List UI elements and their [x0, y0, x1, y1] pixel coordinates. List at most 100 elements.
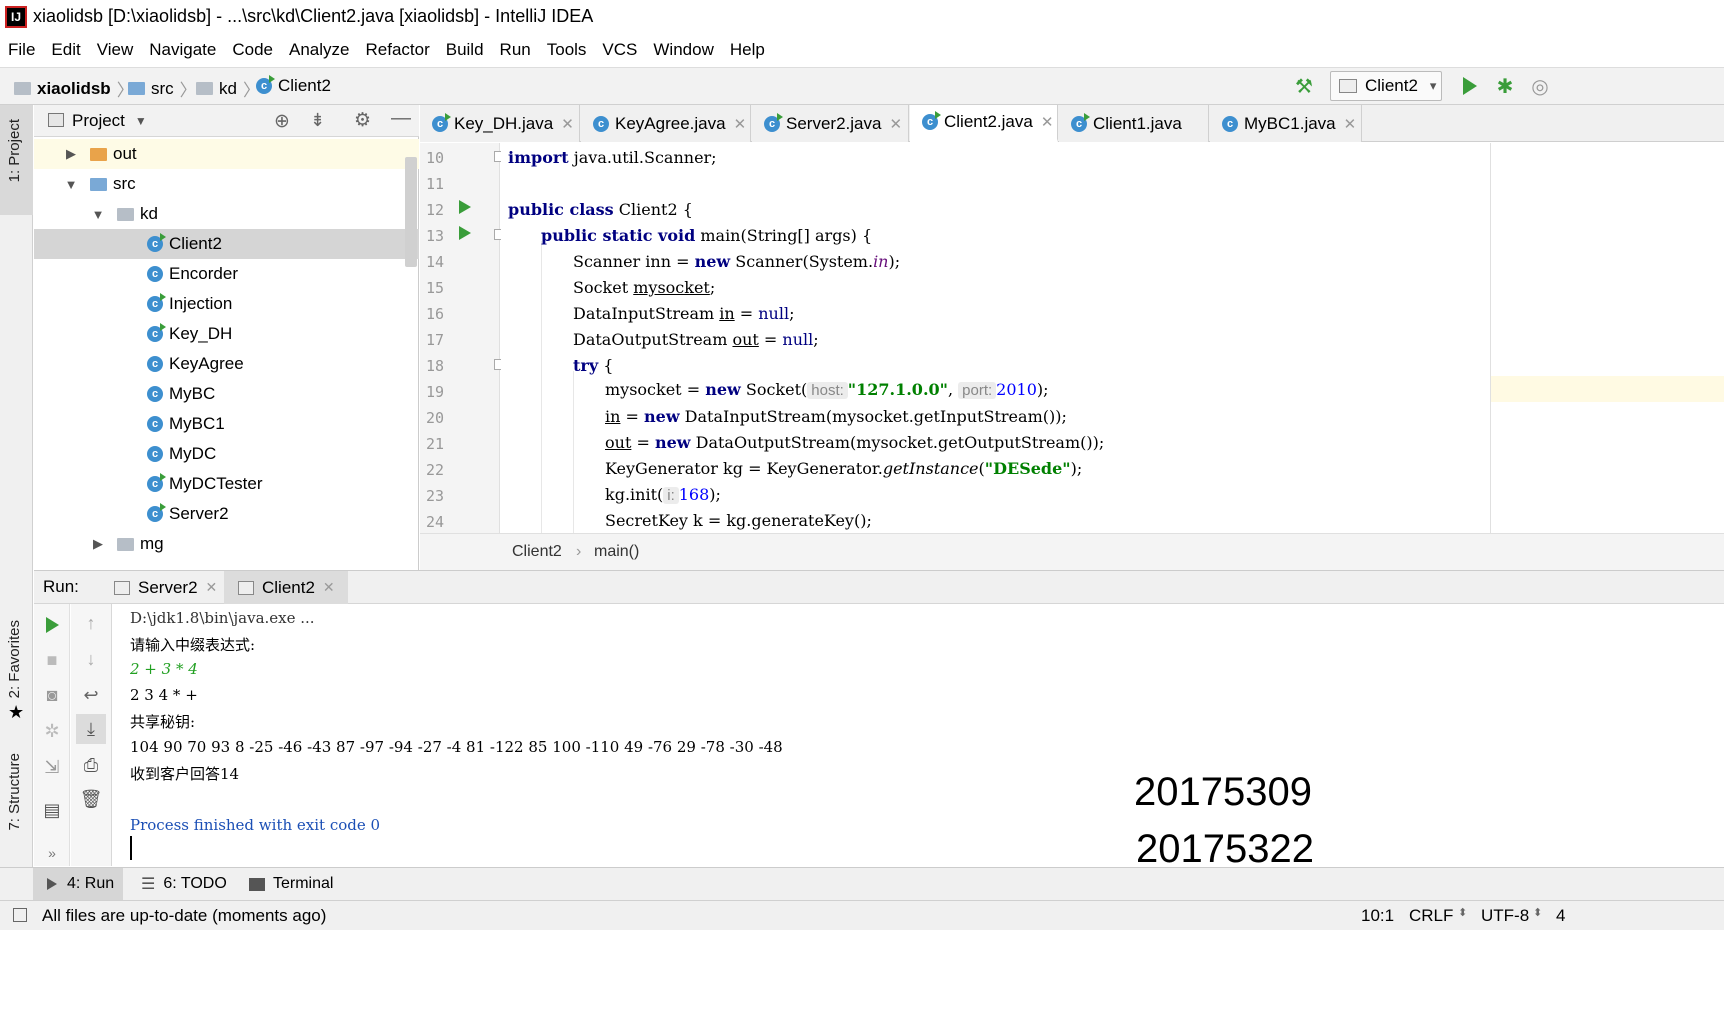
print-icon[interactable]: ⎙ — [80, 754, 102, 776]
menu-build[interactable]: Build — [446, 40, 484, 60]
login-icon[interactable]: ⇲ — [41, 756, 63, 778]
tab-key-dh[interactable]: c Key_DH.java ✕ — [420, 105, 580, 142]
more-icon[interactable]: » — [41, 842, 63, 864]
menu-edit[interactable]: Edit — [51, 40, 80, 60]
close-icon[interactable]: ✕ — [206, 579, 218, 596]
debug-bug-icon[interactable]: ✱ — [1493, 74, 1517, 98]
arrow-down-icon[interactable]: ↓ — [80, 648, 102, 670]
tree-item-server2[interactable]: c Server2 — [34, 499, 419, 529]
trash-icon[interactable]: 🗑 — [80, 788, 103, 810]
chevron-down-icon[interactable]: ▼ — [64, 177, 78, 192]
run-gutter-icon[interactable] — [459, 226, 471, 240]
breadcrumb-kd[interactable]: kd 〉 — [196, 76, 260, 101]
tree-item-mybc[interactable]: c MyBC — [34, 379, 419, 409]
menu-vcs[interactable]: VCS — [602, 40, 637, 60]
project-panel-header: Project ▼ ⊕ ⇟ ⚙ — — [34, 105, 419, 137]
console-output[interactable]: D:\jdk1.8\bin\java.exe ... 请输入中缀表达式: 2 +… — [112, 604, 1724, 871]
tool-tab-project[interactable]: 1: Project — [6, 119, 23, 182]
build-hammer-icon[interactable]: ⚒ — [1292, 74, 1316, 98]
tree-item-key-dh[interactable]: c Key_DH — [34, 319, 419, 349]
camera-icon[interactable]: ◙ — [41, 684, 63, 706]
breadcrumb-project[interactable]: xiaolidsb 〉 — [14, 76, 134, 101]
menu-code[interactable]: Code — [232, 40, 273, 60]
menu-tools[interactable]: Tools — [547, 40, 587, 60]
close-icon[interactable]: ✕ — [889, 115, 902, 133]
line-separator[interactable]: CRLF — [1409, 906, 1453, 926]
collapse-all-icon[interactable]: ⇟ — [310, 110, 325, 131]
file-encoding[interactable]: UTF-8 — [1481, 906, 1529, 926]
left-tool-strip: 1: Project 2: Favorites ★ 7: Structure — [0, 105, 33, 867]
menu-run[interactable]: Run — [500, 40, 531, 60]
breadcrumb-src[interactable]: src 〉 — [128, 76, 197, 101]
close-icon[interactable]: ✕ — [561, 115, 574, 133]
indent-guide — [573, 371, 574, 533]
stop-icon[interactable]: ■ — [41, 649, 63, 671]
settings-icon[interactable]: ✲ — [41, 720, 63, 742]
keyword-token: public class — [508, 200, 614, 219]
close-icon[interactable]: ✕ — [1041, 113, 1054, 131]
tool-tab-run[interactable]: 4: Run — [33, 868, 123, 900]
tree-item-mg[interactable]: ▶ mg — [34, 529, 419, 559]
tab-keyagree[interactable]: c KeyAgree.java ✕ — [581, 105, 751, 142]
chevron-right-icon[interactable]: ▶ — [91, 536, 105, 552]
tool-tab-todo[interactable]: ☰ 6: TODO — [127, 868, 232, 900]
indent-setting[interactable]: 4 — [1556, 906, 1565, 926]
breadcrumb-method[interactable]: main() — [594, 543, 639, 561]
project-view-title[interactable]: Project — [72, 111, 125, 131]
menu-help[interactable]: Help — [730, 40, 765, 60]
tool-tab-favorites[interactable]: 2: Favorites — [6, 620, 23, 698]
close-icon[interactable]: ✕ — [734, 115, 747, 133]
coverage-icon[interactable]: ◎ — [1528, 74, 1552, 98]
tree-item-injection[interactable]: c Injection — [34, 289, 419, 319]
tree-item-kd[interactable]: ▼ kd — [34, 199, 419, 229]
tree-item-client2[interactable]: c Client2 — [34, 229, 419, 259]
menu-navigate[interactable]: Navigate — [149, 40, 216, 60]
rerun-button[interactable] — [41, 614, 63, 636]
tree-item-mybc1[interactable]: c MyBC1 — [34, 409, 419, 439]
menu-view[interactable]: View — [97, 40, 134, 60]
tree-item-keyagree[interactable]: c KeyAgree — [34, 349, 419, 379]
scroll-to-end-icon[interactable]: ⤓ — [76, 714, 106, 744]
run-configuration-select[interactable]: Client2 ▾ — [1330, 71, 1442, 101]
breadcrumb-file[interactable]: c Client2 — [256, 75, 331, 96]
soft-wrap-icon[interactable]: ↩ — [80, 684, 102, 706]
tree-item-src[interactable]: ▼ src — [34, 169, 419, 199]
code-editor[interactable]: import java.util.Scanner; public class C… — [501, 143, 1490, 533]
variable-token: in — [719, 304, 735, 323]
minimize-icon[interactable]: — — [391, 107, 411, 130]
tool-tab-structure[interactable]: 7: Structure — [6, 753, 23, 831]
tab-server2[interactable]: c Server2.java ✕ — [752, 105, 909, 142]
chevron-down-icon[interactable]: ▼ — [91, 207, 105, 222]
class-icon: c — [147, 293, 166, 312]
tree-item-out[interactable]: ▶ out — [34, 139, 419, 169]
tool-tab-terminal[interactable]: Terminal — [235, 868, 345, 900]
breadcrumb-kd-label: kd — [219, 78, 237, 98]
chevron-right-icon[interactable]: ▶ — [64, 146, 78, 162]
gear-icon[interactable]: ⚙ — [354, 109, 371, 132]
layout-icon[interactable]: ▤ — [41, 799, 63, 821]
caret-position[interactable]: 10:1 — [1361, 906, 1394, 926]
tool-windows-icon[interactable] — [13, 908, 27, 922]
menu-window[interactable]: Window — [653, 40, 713, 60]
run-button[interactable] — [1458, 74, 1482, 98]
console-line: 104 90 70 93 8 -25 -46 -43 87 -97 -94 -2… — [130, 738, 783, 756]
run-tab-server2[interactable]: Server2 ✕ — [100, 571, 218, 604]
tree-item-mydc[interactable]: c MyDC — [34, 439, 419, 469]
breadcrumb-class[interactable]: Client2 — [512, 543, 562, 561]
menu-refactor[interactable]: Refactor — [365, 40, 429, 60]
run-gutter-icon[interactable] — [459, 200, 471, 214]
tree-scrollbar[interactable] — [405, 157, 417, 267]
locate-icon[interactable]: ⊕ — [274, 110, 290, 133]
tab-client2[interactable]: c Client2.java ✕ — [910, 105, 1058, 142]
menu-analyze[interactable]: Analyze — [289, 40, 349, 60]
chevron-down-icon[interactable]: ▼ — [135, 114, 147, 128]
tree-item-encorder[interactable]: c Encorder — [34, 259, 419, 289]
menu-file[interactable]: File — [8, 40, 35, 60]
tree-item-mydctester[interactable]: c MyDCTester — [34, 469, 419, 499]
run-tab-client2[interactable]: Client2 ✕ — [224, 571, 348, 604]
tab-mybc1[interactable]: c MyBC1.java ✕ — [1210, 105, 1362, 142]
close-icon[interactable]: ✕ — [323, 579, 335, 596]
close-icon[interactable]: ✕ — [1344, 115, 1357, 133]
arrow-up-icon[interactable]: ↑ — [80, 612, 102, 634]
tab-client1[interactable]: c Client1.java — [1059, 105, 1209, 142]
